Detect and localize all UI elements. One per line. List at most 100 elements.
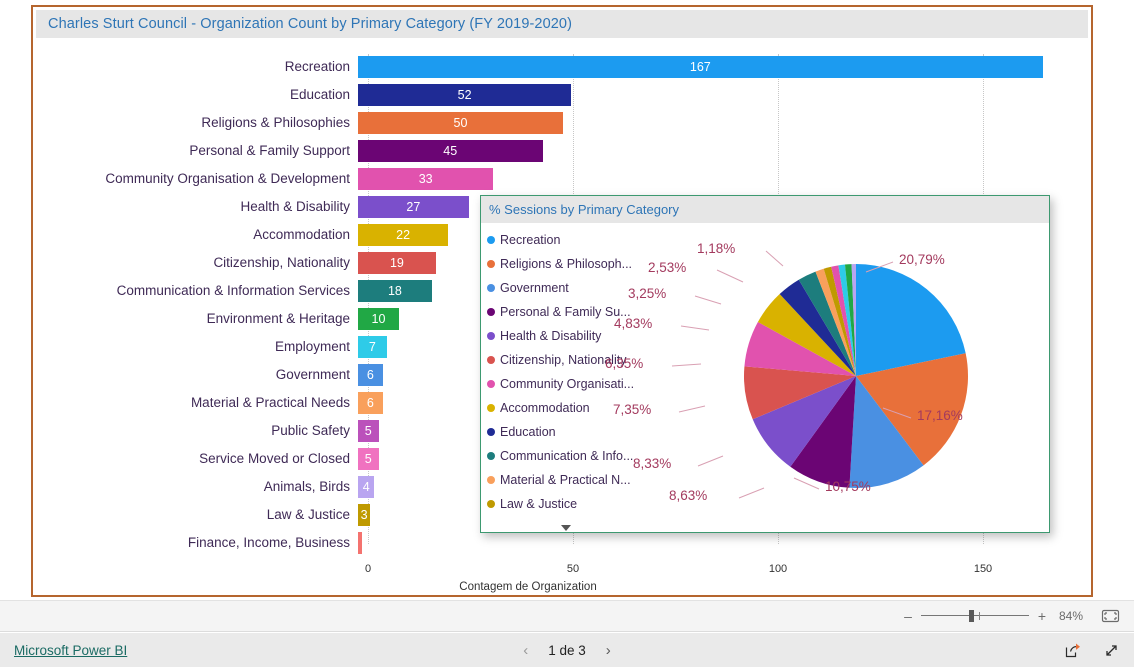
legend-color-dot [487,332,495,340]
pie-percentage-label: 17,16% [917,408,963,423]
bar-category-label: Government [275,367,350,382]
bar-value-label: 19 [389,256,404,270]
bar-track: 167 [358,53,1091,81]
previous-page-button[interactable]: ‹ [523,642,528,659]
bar-segment[interactable]: 22 [358,224,449,246]
footer-actions [1064,642,1120,659]
legend-item[interactable]: Law & Justice [487,492,659,516]
bar-segment[interactable]: 5 [358,420,379,442]
pie-chart-legend: Recreation Religions & Philosoph... Govern… [487,228,659,516]
pie-percentage-label: 3,25% [628,286,667,301]
pie-percentage-label: 4,83% [614,316,653,331]
bar-value-label: 10 [371,312,386,326]
pie-leader-line [694,295,722,305]
bar-segment[interactable]: 18 [358,280,432,302]
legend-label: Health & Disability [500,329,602,343]
zoom-slider-rail [921,615,1029,616]
bar-segment[interactable]: 33 [358,168,494,190]
pie-percentage-label: 20,79% [899,252,945,267]
share-icon[interactable] [1064,642,1081,659]
bar-value-label: 22 [396,228,411,242]
bar-segment[interactable]: 7 [358,336,387,358]
bar-segment[interactable]: 52 [358,84,572,106]
bar-category-label: Education [289,87,350,102]
pie-leader-line [680,325,710,331]
legend-color-dot [487,356,495,364]
pie-leader-line [697,455,724,467]
zoom-slider-thumb[interactable] [969,610,974,622]
bar-segment[interactable]: 167 [358,56,1043,78]
bar-chart-header: Charles Sturt Council - Organization Cou… [36,10,1088,38]
pie-leader-line [765,250,784,267]
bar-segment[interactable]: 27 [358,196,469,218]
pie-percentage-label: 2,53% [648,260,687,275]
legend-color-dot [487,476,495,484]
bar-segment[interactable]: 10 [358,308,399,330]
bar-chart-row[interactable]: Finance, Income, Business [33,529,1091,557]
pie-chart-plot: 20,79% 17,16% 10,75% 8,63% 8,33% 7,35% 6,35% 4,… [605,226,1049,531]
pie-leader-line [678,405,706,413]
bar-category-label: Accommodation [253,227,350,242]
bar-segment[interactable]: 3 [358,504,371,526]
fit-to-page-icon[interactable] [1101,609,1120,623]
legend-item[interactable]: Education [487,420,659,444]
legend-color-dot [487,428,495,436]
bar-chart-row[interactable]: Religions & Philosophies 50 [33,109,1091,137]
bar-value-label: 50 [453,116,468,130]
bar-category-label: Animals, Birds [263,479,350,494]
legend-label: Recreation [500,233,561,247]
bar-value-label: 5 [364,424,372,438]
bar-category-label: Religions & Philosophies [201,115,350,130]
pie-percentage-label: 8,33% [633,456,672,471]
bar-category-label: Material & Practical Needs [190,395,350,410]
zoom-in-button[interactable]: + [1035,608,1049,624]
legend-item[interactable]: Recreation [487,228,659,252]
pie-percentage-label: 10,75% [825,479,871,494]
chevron-down-icon[interactable] [559,523,573,533]
zoom-slider[interactable] [921,609,1029,623]
bar-segment[interactable]: 4 [358,476,375,498]
pie-chart-visual[interactable]: % Sessions by Primary Category Recreatio… [480,195,1050,533]
legend-item[interactable]: Community Organisati... [487,372,659,396]
x-axis-title: Contagem de Organization [33,581,1091,593]
bar-segment[interactable]: 6 [358,392,383,414]
legend-label: Law & Justice [500,497,578,511]
legend-color-dot [487,308,495,316]
bar-category-label: Public Safety [271,423,350,438]
x-axis-tick-label: 100 [768,563,788,575]
legend-item[interactable]: Material & Practical N... [487,468,659,492]
bar-category-label: Service Moved or Closed [199,451,350,466]
x-axis-tick-label: 50 [566,563,580,575]
bar-value-label: 27 [406,200,421,214]
legend-color-dot [487,500,495,508]
bar-segment[interactable]: 50 [358,112,563,134]
bar-category-label: Communication & Information Services [116,283,350,298]
zoom-out-button[interactable]: – [901,608,915,624]
bar-segment[interactable]: 6 [358,364,383,386]
bar-segment[interactable]: 19 [358,252,436,274]
bar-segment[interactable]: 5 [358,448,379,470]
bar-segment[interactable]: 45 [358,140,543,162]
fullscreen-icon[interactable] [1103,642,1120,659]
bar-chart-row[interactable]: Recreation 167 [33,53,1091,81]
bar-segment[interactable] [358,532,363,554]
bar-value-label: 18 [387,284,402,298]
legend-color-dot [487,284,495,292]
next-page-button[interactable]: › [606,642,611,659]
bar-value-label: 6 [366,368,374,382]
bar-category-label: Health & Disability [240,199,350,214]
x-axis-tick-label: 150 [973,563,993,575]
bar-chart-title: Charles Sturt Council - Organization Cou… [48,16,573,32]
pie-percentage-label: 7,35% [613,402,652,417]
pie-percentage-label: 6,35% [605,356,644,371]
bar-chart-row[interactable]: Community Organisation & Development 33 [33,165,1091,193]
legend-color-dot [487,452,495,460]
legend-item[interactable]: Religions & Philosoph... [487,252,659,276]
legend-label: Accommodation [500,401,590,415]
bar-chart-row[interactable]: Personal & Family Support 45 [33,137,1091,165]
legend-label: Religions & Philosoph... [500,257,633,271]
bar-chart-row[interactable]: Education 52 [33,81,1091,109]
bar-value-label: 3 [360,508,368,522]
bar-category-label: Recreation [284,59,350,74]
bar-value-label: 33 [418,172,433,186]
